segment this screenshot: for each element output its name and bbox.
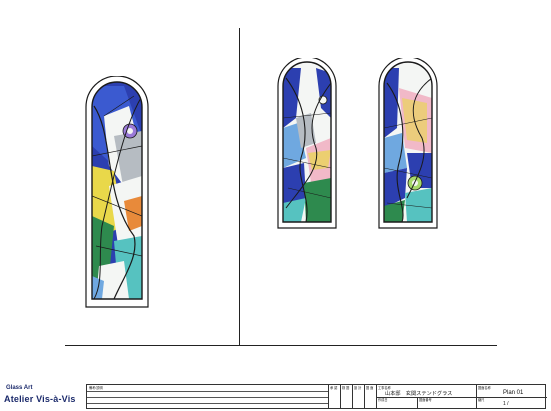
drawing-name-label: 図面名称 bbox=[478, 386, 491, 390]
scale-value: 1 / bbox=[503, 401, 509, 407]
right-window bbox=[378, 58, 438, 229]
center-divider-line bbox=[239, 28, 240, 345]
check-cell: 検 図 bbox=[341, 385, 353, 408]
drawing-cell: 図 面 bbox=[365, 385, 377, 408]
design-header: 設 計 bbox=[354, 386, 362, 390]
middle-window bbox=[277, 58, 337, 229]
left-tall-window bbox=[85, 76, 149, 308]
drawing-name-value: Plan 01 bbox=[503, 390, 524, 396]
brand-subtitle: Glass Art bbox=[6, 385, 33, 391]
project-section: 工事名称 山本邸 玄関ステンドグラス 作成日 図面番号 bbox=[377, 385, 477, 409]
drawing-header: 図 面 bbox=[366, 386, 374, 390]
remarks-section: 備考/説明 bbox=[87, 385, 329, 408]
approval-cell: 承 認 bbox=[329, 385, 341, 408]
bottom-baseline bbox=[65, 345, 497, 346]
check-header: 検 図 bbox=[342, 386, 350, 390]
design-cell: 設 計 bbox=[353, 385, 365, 408]
scale-label: 縮尺 bbox=[478, 398, 485, 402]
number-label: 図面番号 bbox=[419, 398, 432, 402]
brand-name: Atelier Vis-à-Vis bbox=[4, 394, 76, 404]
date-label: 作成日 bbox=[378, 398, 388, 402]
drawing-name-section: 図面名称 Plan 01 縮尺 1 / bbox=[477, 385, 547, 408]
approval-header: 承 認 bbox=[330, 386, 338, 390]
remarks-label: 備考/説明 bbox=[89, 386, 103, 390]
remarks-lines bbox=[87, 391, 328, 409]
project-value: 山本邸 玄関ステンドグラス bbox=[385, 391, 453, 397]
title-block: 備考/説明 承 認 検 図 設 計 図 面 工事名称 山本邸 玄関ステンドグラス… bbox=[86, 384, 547, 409]
